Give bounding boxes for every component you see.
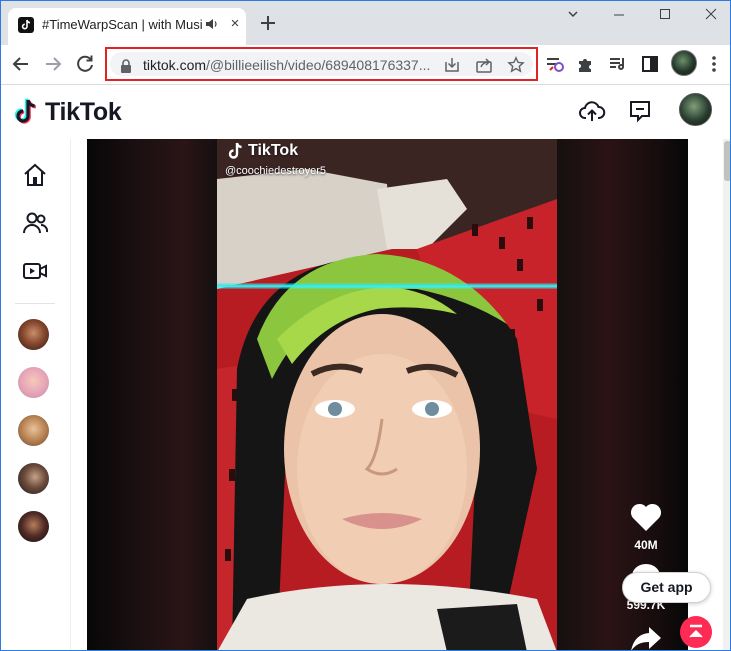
address-bar[interactable]: tiktok.com/@billieeilish/video/689408176… bbox=[110, 52, 533, 76]
browser-window: #TimeWarpScan | with Music × tiktok.com/… bbox=[0, 0, 731, 651]
maximize-icon[interactable] bbox=[650, 5, 680, 25]
messages-icon[interactable] bbox=[626, 97, 654, 125]
video-player[interactable]: TikTok @coochiedestroyer5 40M 599.7K bbox=[87, 139, 688, 651]
live-video-icon[interactable] bbox=[21, 257, 49, 285]
minimize-icon[interactable] bbox=[604, 5, 634, 25]
like-action[interactable]: 40M bbox=[619, 501, 673, 552]
scrollbar-thumb[interactable] bbox=[724, 141, 730, 181]
bookmark-star-icon[interactable] bbox=[507, 56, 525, 74]
suggested-account-avatar-1[interactable] bbox=[18, 319, 49, 350]
close-window-icon[interactable] bbox=[696, 5, 726, 25]
url-text[interactable]: tiktok.com/@billieeilish/video/689408176… bbox=[143, 57, 435, 73]
url-path: /@billieeilish/video/689408176337... bbox=[206, 57, 431, 73]
tab-title: #TimeWarpScan | with Music bbox=[42, 17, 202, 32]
forward-arrow-icon[interactable] bbox=[41, 52, 65, 76]
arrow-up-to-top-icon bbox=[689, 624, 703, 638]
like-count: 40M bbox=[634, 538, 658, 552]
tiktok-header: TikTok bbox=[1, 85, 730, 139]
speaker-icon[interactable] bbox=[205, 17, 219, 31]
tiktok-favicon-icon bbox=[18, 17, 34, 33]
media-control-icon[interactable] bbox=[607, 53, 629, 75]
tiktok-sidebar bbox=[1, 139, 71, 650]
user-avatar[interactable] bbox=[679, 93, 712, 126]
video-still-image bbox=[217, 139, 557, 650]
video-username: @coochiedestroyer5 bbox=[225, 165, 327, 177]
extension-colorful-icon[interactable] bbox=[544, 53, 566, 75]
suggested-account-avatar-4[interactable] bbox=[18, 463, 49, 494]
tiktok-watermark: TikTok bbox=[227, 141, 298, 161]
tiktok-logo-text: TikTok bbox=[45, 97, 122, 126]
profile-avatar[interactable] bbox=[671, 50, 697, 76]
new-tab-icon[interactable] bbox=[258, 13, 278, 33]
share-arrow-icon[interactable] bbox=[629, 623, 663, 651]
tab-strip: #TimeWarpScan | with Music × bbox=[1, 1, 730, 45]
back-to-top-button[interactable] bbox=[680, 616, 712, 648]
heart-icon[interactable] bbox=[629, 501, 663, 533]
share-action[interactable] bbox=[619, 623, 673, 651]
tiktok-watermark-icon bbox=[228, 142, 242, 159]
url-domain: tiktok.com bbox=[143, 57, 207, 73]
get-app-button[interactable]: Get app bbox=[622, 572, 711, 603]
reload-icon[interactable] bbox=[73, 52, 97, 76]
address-bar-highlight: tiktok.com/@billieeilish/video/689408176… bbox=[105, 47, 538, 81]
menu-kebab-icon[interactable] bbox=[703, 53, 725, 75]
tiktok-logo[interactable]: TikTok bbox=[13, 95, 122, 129]
upload-cloud-icon[interactable] bbox=[578, 97, 606, 125]
video-backdrop-left bbox=[87, 139, 217, 650]
page-scrollbar[interactable] bbox=[723, 139, 730, 650]
tab-close-icon[interactable]: × bbox=[227, 16, 243, 32]
video-frame[interactable]: TikTok @coochiedestroyer5 bbox=[217, 139, 557, 650]
suggested-account-avatar-5[interactable] bbox=[18, 511, 49, 542]
suggested-account-avatar-2[interactable] bbox=[18, 367, 49, 398]
suggested-account-avatar-3[interactable] bbox=[18, 415, 49, 446]
following-icon[interactable] bbox=[21, 209, 49, 237]
tiktok-note-icon bbox=[14, 98, 37, 124]
lock-icon[interactable] bbox=[120, 59, 132, 73]
home-icon[interactable] bbox=[21, 161, 49, 189]
browser-tab[interactable]: #TimeWarpScan | with Music × bbox=[8, 8, 246, 45]
time-warp-scan-line bbox=[217, 283, 557, 289]
share-icon[interactable] bbox=[475, 56, 493, 74]
sidebar-divider bbox=[15, 303, 55, 304]
tab-search-chevron-icon[interactable] bbox=[558, 5, 588, 25]
side-panel-icon[interactable] bbox=[639, 53, 661, 75]
watermark-text: TikTok bbox=[248, 142, 299, 159]
extensions-puzzle-icon[interactable] bbox=[575, 53, 597, 75]
back-arrow-icon[interactable] bbox=[9, 52, 33, 76]
install-app-icon[interactable] bbox=[443, 56, 461, 74]
browser-toolbar: tiktok.com/@billieeilish/video/689408176… bbox=[1, 45, 730, 85]
